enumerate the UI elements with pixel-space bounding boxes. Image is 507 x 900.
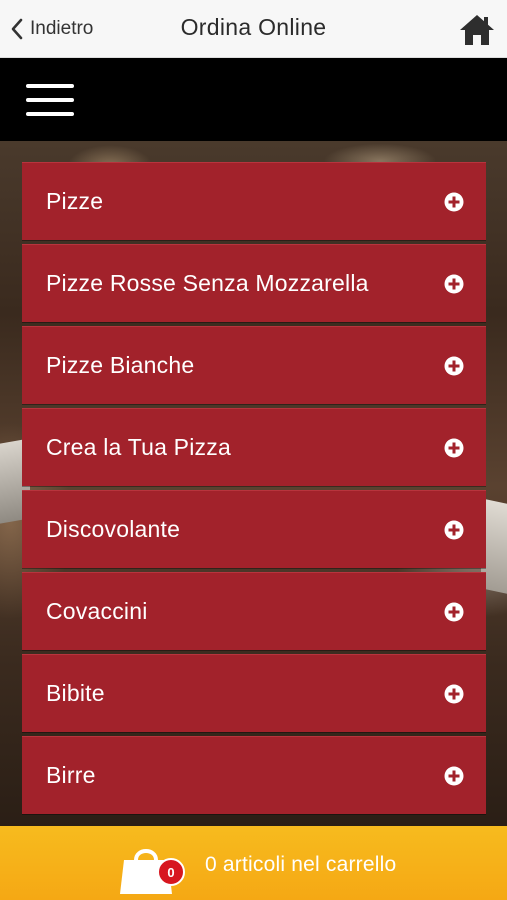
category-label: Pizze Rosse Senza Mozzarella xyxy=(46,270,369,296)
hamburger-line xyxy=(26,112,74,116)
home-button[interactable] xyxy=(459,14,495,46)
plus-circle-icon xyxy=(444,684,464,704)
category-item-covaccini[interactable]: Covaccini xyxy=(22,572,486,650)
category-label: Birre xyxy=(46,762,96,788)
home-icon xyxy=(460,15,494,45)
hamburger-menu-icon[interactable] xyxy=(26,82,74,118)
hamburger-line xyxy=(26,84,74,88)
category-label: Bibite xyxy=(46,680,105,706)
back-label: Indietro xyxy=(30,18,94,39)
plus-circle-icon xyxy=(444,602,464,622)
category-item-pizze-rosse[interactable]: Pizze Rosse Senza Mozzarella xyxy=(22,244,486,322)
back-button[interactable]: Indietro xyxy=(10,14,93,44)
category-item-pizze[interactable]: Pizze xyxy=(22,162,486,240)
top-navigation-bar: Indietro Ordina Online xyxy=(0,0,507,58)
category-label: Discovolante xyxy=(46,516,181,542)
menu-bar xyxy=(0,58,507,141)
plus-circle-icon xyxy=(444,274,464,294)
cart-count-badge: 0 xyxy=(157,858,185,886)
category-item-bibite[interactable]: Bibite xyxy=(22,654,486,732)
category-label: Pizze xyxy=(46,188,104,214)
category-item-birre[interactable]: Birre xyxy=(22,736,486,814)
category-item-crea-la-tua-pizza[interactable]: Crea la Tua Pizza xyxy=(22,408,486,486)
plus-circle-icon xyxy=(444,438,464,458)
plus-circle-icon xyxy=(444,520,464,540)
cart-summary-text: 0 articoli nel carrello xyxy=(205,853,397,876)
hamburger-line xyxy=(26,98,74,102)
category-item-discovolante[interactable]: Discovolante xyxy=(22,490,486,568)
plus-circle-icon xyxy=(444,766,464,786)
category-list: Pizze Pizze Rosse Senza Mozzarella Pizze… xyxy=(22,162,486,818)
category-item-pizze-bianche[interactable]: Pizze Bianche xyxy=(22,326,486,404)
category-label: Covaccini xyxy=(46,598,148,624)
category-label: Pizze Bianche xyxy=(46,352,195,378)
plus-circle-icon xyxy=(444,356,464,376)
chevron-left-icon xyxy=(11,18,23,40)
plus-circle-icon xyxy=(444,192,464,212)
category-label: Crea la Tua Pizza xyxy=(46,434,231,460)
